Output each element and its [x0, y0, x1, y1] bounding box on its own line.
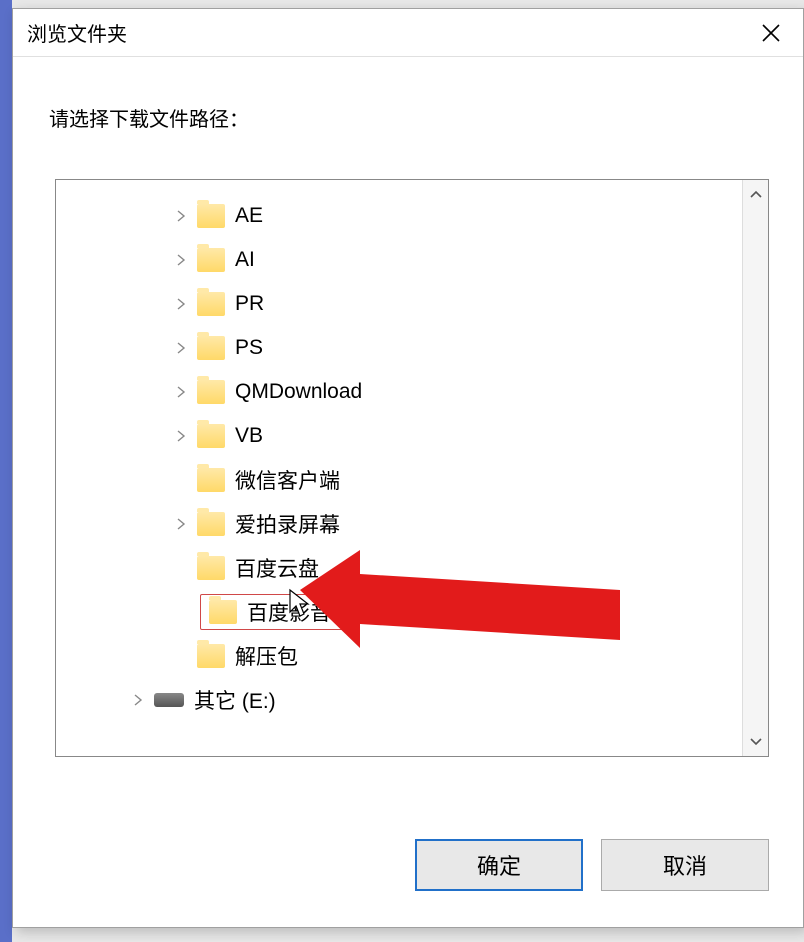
- folder-icon: [197, 204, 225, 228]
- tree-item-baidu-video[interactable]: 百度影音: [56, 590, 742, 634]
- tree-item-pr[interactable]: PR: [56, 282, 742, 326]
- folder-icon: [197, 644, 225, 668]
- tree-item-label: 微信客户端: [235, 465, 340, 495]
- tree-item-drive-e[interactable]: 其它 (E:): [56, 678, 742, 722]
- folder-icon: [197, 556, 225, 580]
- folder-icon: [197, 468, 225, 492]
- tree-item-label: 其它 (E:): [194, 685, 276, 715]
- cancel-button[interactable]: 取消: [601, 839, 769, 891]
- folder-icon: [197, 424, 225, 448]
- scroll-down-button[interactable]: [743, 726, 768, 756]
- chevron-placeholder: [171, 470, 191, 490]
- tree-item-qmdownload[interactable]: QMDownload: [56, 370, 742, 414]
- titlebar: 浏览文件夹: [13, 9, 803, 57]
- cancel-button-label: 取消: [663, 849, 707, 881]
- chevron-right-icon[interactable]: [171, 294, 191, 314]
- chevron-up-icon: [750, 189, 762, 201]
- tree-item-aipai[interactable]: 爱拍录屏幕: [56, 502, 742, 546]
- tree-item-label: 解压包: [235, 641, 298, 671]
- folder-icon: [197, 512, 225, 536]
- chevron-right-icon[interactable]: [171, 426, 191, 446]
- tree-item-label: QMDownload: [235, 380, 362, 404]
- tree-item-ps[interactable]: PS: [56, 326, 742, 370]
- chevron-right-icon[interactable]: [171, 250, 191, 270]
- tree-item-baidu-cloud[interactable]: 百度云盘: [56, 546, 742, 590]
- chevron-placeholder: [171, 646, 191, 666]
- chevron-right-icon[interactable]: [171, 382, 191, 402]
- folder-icon: [197, 292, 225, 316]
- drive-icon: [154, 693, 184, 707]
- tree-item-label: VB: [235, 424, 263, 448]
- ok-button[interactable]: 确定: [415, 839, 583, 891]
- tree-item-vb[interactable]: VB: [56, 414, 742, 458]
- instruction-text: 请选择下载文件路径：: [13, 57, 803, 132]
- tree-item-label: AE: [235, 204, 263, 228]
- tree-item-wechat[interactable]: 微信客户端: [56, 458, 742, 502]
- browse-folder-dialog: 浏览文件夹 请选择下载文件路径： AE AI PR: [12, 8, 804, 928]
- folder-icon: [197, 336, 225, 360]
- tree-item-ae[interactable]: AE: [56, 194, 742, 238]
- chevron-right-icon[interactable]: [128, 690, 148, 710]
- tree-item-unzip[interactable]: 解压包: [56, 634, 742, 678]
- folder-tree: AE AI PR PS QMDownload: [55, 179, 769, 757]
- chevron-right-icon[interactable]: [171, 514, 191, 534]
- tree-item-label: 百度云盘: [235, 553, 319, 583]
- scroll-up-button[interactable]: [743, 180, 768, 210]
- selection-highlight: 百度影音: [200, 594, 346, 630]
- tree-item-label: AI: [235, 248, 255, 272]
- tree-body: AE AI PR PS QMDownload: [56, 180, 742, 756]
- folder-icon: [197, 248, 225, 272]
- tree-item-label: PS: [235, 336, 263, 360]
- chevron-placeholder: [171, 558, 191, 578]
- folder-icon: [197, 380, 225, 404]
- tree-item-label: 爱拍录屏幕: [235, 509, 340, 539]
- tree-item-ai[interactable]: AI: [56, 238, 742, 282]
- ok-button-label: 确定: [477, 849, 521, 881]
- chevron-down-icon: [750, 735, 762, 747]
- close-button[interactable]: [747, 9, 795, 57]
- chevron-right-icon[interactable]: [171, 338, 191, 358]
- tree-item-label: 百度影音: [247, 597, 331, 627]
- chevron-right-icon[interactable]: [171, 206, 191, 226]
- dialog-title: 浏览文件夹: [27, 18, 127, 47]
- close-icon: [762, 24, 780, 42]
- dialog-buttons: 确定 取消: [415, 839, 769, 891]
- tree-item-label: PR: [235, 292, 264, 316]
- folder-icon: [209, 600, 237, 624]
- scrollbar[interactable]: [742, 180, 768, 756]
